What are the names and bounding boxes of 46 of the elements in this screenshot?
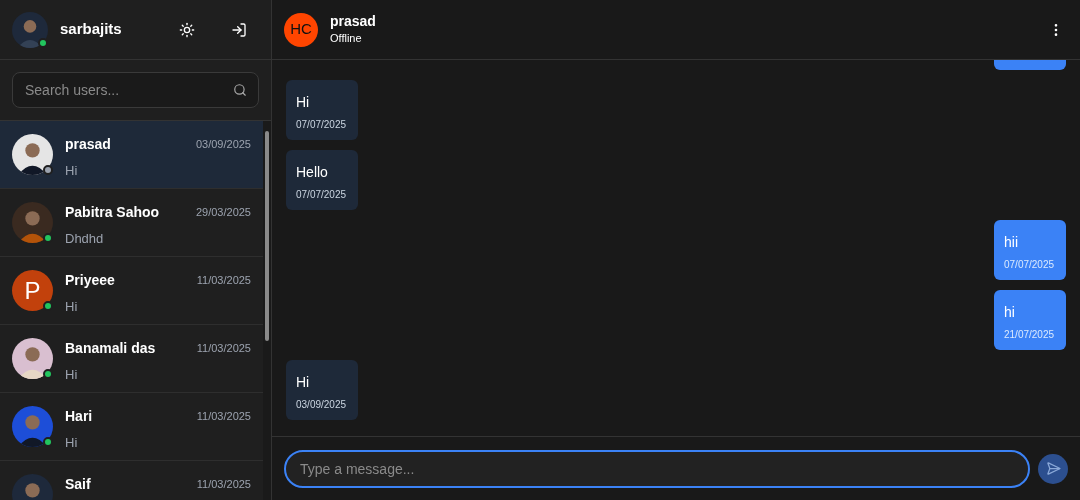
- search-icon: [233, 83, 247, 97]
- avatar: P: [12, 270, 53, 311]
- message-time: 07/07/2025: [1004, 258, 1056, 272]
- send-button[interactable]: [1038, 453, 1068, 484]
- last-message: Dhdhd: [65, 230, 105, 248]
- message-time: 21/07/2025: [1004, 328, 1056, 342]
- contact-date: 11/03/2025: [196, 273, 251, 289]
- contact-date: 11/03/2025: [196, 409, 251, 425]
- avatar: HC: [284, 12, 318, 47]
- contact-date: 11/03/2025: [196, 477, 251, 493]
- contact-item[interactable]: P Priyeee 11/03/2025 Hi: [0, 257, 263, 325]
- contact-item[interactable]: Banamali das 11/03/2025 Hi: [0, 325, 263, 393]
- search-field[interactable]: Search users...: [12, 72, 259, 108]
- last-message: Hi: [65, 366, 79, 384]
- last-message: Hi: [65, 162, 79, 180]
- message-text: hii: [1004, 233, 1019, 252]
- contact-name: Priyeee: [65, 271, 115, 290]
- message-text: hi: [1004, 303, 1016, 322]
- last-message: Hi: [65, 434, 79, 452]
- message-text: Hi: [296, 93, 311, 112]
- send-icon: [1045, 461, 1061, 476]
- contact-item[interactable]: Hari 11/03/2025 Hi: [0, 393, 263, 461]
- contact-name: Saif: [65, 475, 91, 494]
- sun-icon: [179, 21, 195, 38]
- contact-date: 03/09/2025: [195, 137, 251, 153]
- contact-item[interactable]: prasad 03/09/2025 Hi: [0, 121, 263, 189]
- contact-date: 11/03/2025: [196, 341, 251, 357]
- logout-icon: [231, 21, 247, 38]
- contact-name: Banamali das: [65, 339, 156, 358]
- chat-name: prasad: [330, 12, 377, 30]
- contact-item[interactable]: Pabitra Sahoo 29/03/2025 Dhdhd: [0, 189, 263, 257]
- contact-name: Pabitra Sahoo: [65, 203, 160, 222]
- message-time: 07/07/2025: [296, 188, 348, 202]
- message-text: Hi: [296, 373, 311, 392]
- contact-date: 29/03/2025: [195, 205, 251, 221]
- contact-item[interactable]: Saif 11/03/2025: [0, 461, 263, 500]
- contact-name: Hari: [65, 407, 93, 426]
- contact-name: prasad: [65, 135, 111, 154]
- message-text: Hello: [296, 163, 329, 182]
- message-time: 07/07/2025: [296, 118, 348, 132]
- scrollbar[interactable]: [263, 121, 271, 500]
- message-time: 03/09/2025: [296, 398, 348, 412]
- chat-status: Offline: [330, 31, 363, 46]
- user-name: sarbajits: [60, 19, 123, 40]
- last-message: Hi: [65, 298, 79, 316]
- message-field[interactable]: Type a message...: [284, 449, 1030, 488]
